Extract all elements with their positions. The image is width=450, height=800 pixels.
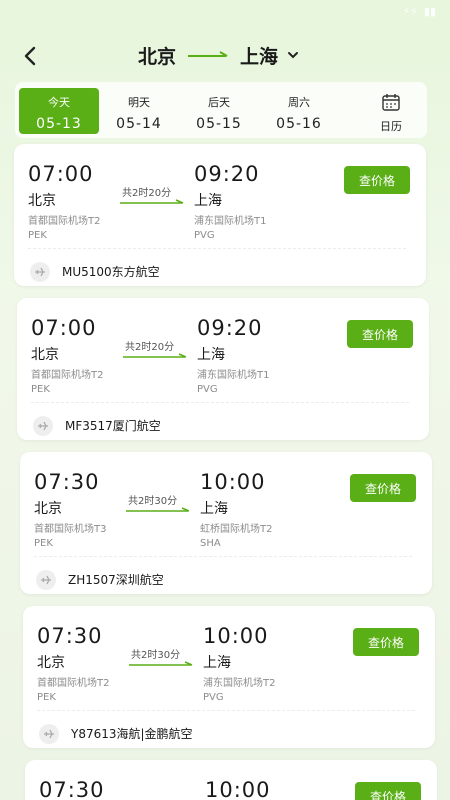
date-weekday: 周六 (288, 96, 310, 109)
chevron-left-icon (24, 46, 36, 66)
departure-city: 北京 (28, 193, 56, 209)
departure-time: 07:00 (31, 316, 97, 340)
departure-city: 北京 (31, 347, 59, 363)
divider (28, 248, 406, 249)
departure-time: 07:00 (28, 162, 94, 186)
duration-arrow-icon (126, 507, 190, 512)
departure-city: 北京 (37, 655, 65, 671)
departure-code: PEK (37, 692, 56, 703)
arrival-code: PVG (197, 384, 218, 395)
departure-airport: 首都国际机场T2 (28, 216, 101, 227)
flight-duration: 共2时30分 (131, 650, 181, 661)
departure-time: 07:30 (37, 624, 103, 648)
signal-icon: ⚡⚡ (402, 4, 418, 18)
arrival-time: 10:00 (203, 624, 269, 648)
plane-icon (36, 570, 56, 590)
header: 北京 上海 (0, 36, 450, 76)
divider (37, 710, 415, 711)
date-day: 05-15 (196, 116, 242, 132)
flight-duration: 共2时20分 (125, 342, 175, 353)
date-tab-2[interactable]: 后天 05-15 (179, 88, 259, 134)
arrival-airport: 浦东国际机场T2 (203, 678, 276, 689)
check-price-button[interactable]: 查价格 (350, 474, 416, 502)
arrival-city: 上海 (200, 501, 228, 517)
check-price-button[interactable]: 查价格 (347, 320, 413, 348)
date-weekday: 明天 (128, 96, 150, 109)
divider (34, 556, 412, 557)
date-day: 05-13 (36, 116, 82, 132)
arrival-time: 10:00 (205, 778, 271, 800)
flight-card[interactable]: 07:30 10:00 查价格 (25, 760, 437, 800)
arrival-time: 09:20 (197, 316, 263, 340)
plane-icon (39, 724, 59, 744)
departure-time: 07:30 (39, 778, 105, 800)
duration-arrow-icon (120, 199, 184, 204)
flight-number: Y87613海航|金鹏航空 (71, 727, 193, 741)
flight-number: MU5100东方航空 (62, 265, 160, 279)
departure-code: PEK (34, 538, 53, 549)
departure-airport: 首都国际机场T3 (34, 524, 107, 535)
date-weekday: 今天 (48, 96, 70, 109)
arrival-airport: 浦东国际机场T1 (197, 370, 270, 381)
arrival-code: SHA (200, 538, 221, 549)
date-day: 05-14 (116, 116, 162, 132)
arrival-code: PVG (194, 230, 215, 241)
battery-icon: ▮▮ (423, 4, 436, 18)
from-city: 北京 (138, 45, 177, 68)
flight-card[interactable]: 07:00 北京 首都国际机场T2 PEK 共2时20分 09:20 上海 浦东… (14, 144, 426, 286)
arrival-city: 上海 (194, 193, 222, 209)
back-button[interactable] (18, 44, 42, 68)
arrival-code: PVG (203, 692, 224, 703)
arrival-airport: 虹桥国际机场T2 (200, 524, 273, 535)
date-day: 05-16 (276, 116, 322, 132)
check-price-button[interactable]: 查价格 (355, 782, 421, 800)
date-tab-1[interactable]: 明天 05-14 (99, 88, 179, 134)
calendar-icon (382, 94, 400, 111)
flight-card[interactable]: 07:00 北京 首都国际机场T2 PEK 共2时20分 09:20 上海 浦东… (17, 298, 429, 440)
flight-number: ZH1507深圳航空 (68, 573, 164, 587)
date-selector: 今天 05-13 明天 05-14 后天 05-15 周六 05-16 0 日历 (15, 82, 427, 138)
check-price-button[interactable]: 查价格 (353, 628, 419, 656)
divider (31, 402, 409, 403)
calendar-button[interactable]: 日历 (371, 88, 411, 134)
flight-duration: 共2时20分 (122, 188, 172, 199)
date-weekday: 后天 (208, 96, 230, 109)
departure-city: 北京 (34, 501, 62, 517)
route-selector[interactable]: 北京 上海 (138, 40, 300, 70)
status-bar: ⚡⚡ ▮▮ (330, 0, 450, 22)
arrival-time: 09:20 (194, 162, 260, 186)
calendar-label: 日历 (380, 120, 402, 133)
date-tab-0[interactable]: 今天 05-13 (19, 88, 99, 134)
flight-duration: 共2时30分 (128, 496, 178, 507)
to-city: 上海 (240, 45, 279, 68)
route-arrow-icon (188, 51, 228, 57)
duration-arrow-icon (129, 661, 193, 666)
arrival-city: 上海 (203, 655, 231, 671)
departure-airport: 首都国际机场T2 (37, 678, 110, 689)
departure-time: 07:30 (34, 470, 100, 494)
arrival-airport: 浦东国际机场T1 (194, 216, 267, 227)
check-price-button[interactable]: 查价格 (344, 166, 410, 194)
date-tab-3[interactable]: 周六 05-16 (259, 88, 339, 134)
arrival-city: 上海 (197, 347, 225, 363)
flight-card[interactable]: 07:30 北京 首都国际机场T2 PEK 共2时30分 10:00 上海 浦东… (23, 606, 435, 748)
arrival-time: 10:00 (200, 470, 266, 494)
flight-number: MF3517厦门航空 (65, 419, 161, 433)
departure-airport: 首都国际机场T2 (31, 370, 104, 381)
departure-code: PEK (31, 384, 50, 395)
departure-code: PEK (28, 230, 47, 241)
duration-arrow-icon (123, 353, 187, 358)
chevron-down-icon (288, 52, 299, 59)
plane-icon (33, 416, 53, 436)
plane-icon (30, 262, 50, 282)
flight-card[interactable]: 07:30 北京 首都国际机场T3 PEK 共2时30分 10:00 上海 虹桥… (20, 452, 432, 594)
